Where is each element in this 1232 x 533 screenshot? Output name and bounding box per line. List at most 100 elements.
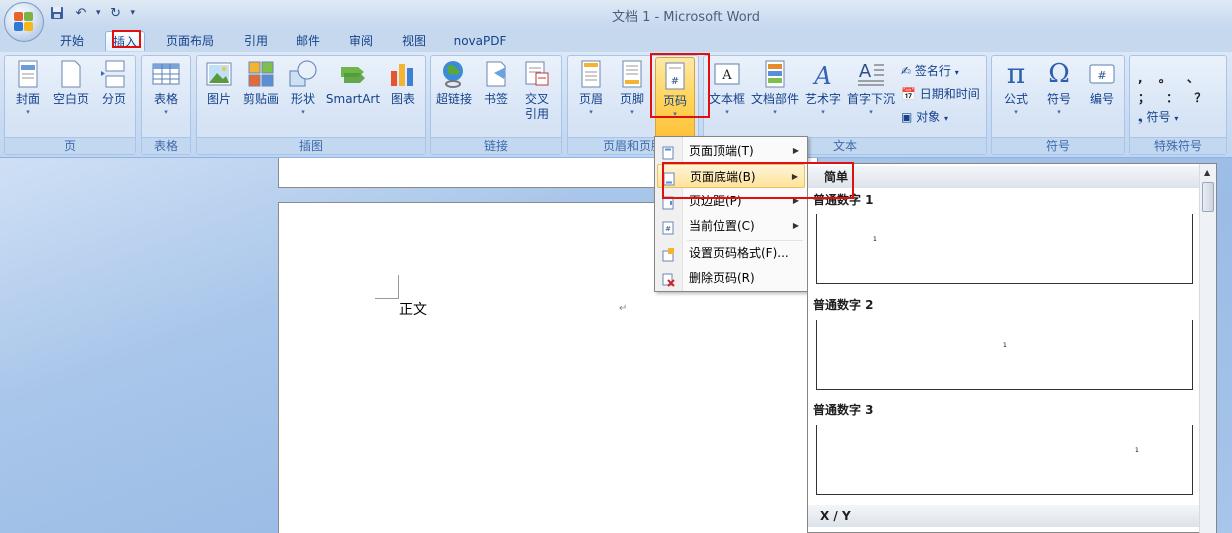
tab-view[interactable]: 视图 [394,31,434,51]
signature-icon: ✍ [901,64,912,78]
text-box-button[interactable]: A 文本框 ▾ [707,59,747,117]
gallery-item-label: 普通数字 2 [808,294,1200,316]
object-icon: ▣ [901,110,913,124]
chevron-down-icon: ▾ [869,108,873,116]
margin-corner-mark [375,275,399,299]
group-illustrations: 图片 剪贴画 形状 ▾ SmartArt 图表 插图 [196,55,426,155]
page-break-button[interactable]: 分页 [97,59,131,107]
object-button[interactable]: ▣ 对象 ▾ [901,108,948,125]
more-symbols-button[interactable]: ❟ 符号 ▾ [1138,108,1178,125]
cross-reference-button[interactable]: 交叉 引用 [519,59,555,122]
office-button[interactable] [4,2,44,42]
picture-icon [204,59,234,89]
chevron-right-icon: ▶ [792,196,799,205]
hyperlink-button[interactable]: 超链接 [434,59,474,107]
wordart-button[interactable]: A 艺术字 ▾ [803,59,843,117]
ribbon-tabs: 开始 插入 页面布局 引用 邮件 审阅 视图 novaPDF [0,28,1232,52]
clip-art-button[interactable]: 剪贴画 [241,59,281,107]
chevron-down-icon: ▾ [1014,108,1018,116]
gallery-section-x-of-y: X / Y [808,505,1200,527]
tab-review[interactable]: 审阅 [341,31,381,51]
tab-novapdf[interactable]: novaPDF [448,31,512,51]
gallery-item-plain-number-1[interactable]: 1 [816,214,1193,284]
page-number-button[interactable]: # 页码 ▾ [655,57,695,139]
chart-icon [388,59,418,89]
gallery-scrollbar[interactable]: ▲ [1199,164,1216,533]
menu-item-bottom-of-page[interactable]: 页面底端(B) ▶ [657,164,805,188]
menu-item-format-page-numbers[interactable]: 设置页码格式(F)... [657,241,805,265]
chevron-down-icon: ▾ [26,108,30,116]
group-label-links: 链接 [431,137,561,154]
gallery-item-plain-number-3[interactable]: 1 [816,425,1193,495]
pi-icon: π [1006,57,1026,90]
scroll-up-icon[interactable]: ▲ [1204,168,1210,177]
gallery-section-simple: 简单 [808,166,1200,188]
page-margins-icon [661,194,675,210]
group-label-pages: 页 [5,137,135,154]
gallery-item-label: 普通数字 3 [808,399,1200,421]
chart-button[interactable]: 图表 [385,59,421,107]
menu-item-page-margins[interactable]: 页边距(P) ▶ [657,189,805,213]
numbering-icon: # [1087,59,1117,89]
text-box-icon: A [712,59,742,89]
menu-item-remove-page-numbers[interactable]: 删除页码(R) [657,266,805,290]
numbering-button[interactable]: # 编号 [1082,59,1122,107]
chevron-down-icon: ▾ [944,114,949,123]
cover-page-button[interactable]: 封面 ▾ [10,59,46,117]
tab-insert[interactable]: 插入 [105,31,145,51]
ribbon: 封面 ▾ 空白页 分页 页 表格 ▾ 表格 图片 剪贴画 形状 ▾ SmartA… [0,52,1232,158]
body-text[interactable]: 正文 [399,299,427,319]
group-label-tables: 表格 [142,137,190,154]
header-button[interactable]: 页眉 ▾ [573,59,609,117]
special-symbol-grid[interactable]: , 。 、 ； ： ？ [1138,68,1218,108]
smartart-icon [338,59,368,89]
picture-button[interactable]: 图片 [201,59,237,107]
chevron-down-icon: ▾ [725,108,729,116]
signature-line-button[interactable]: ✍ 签名行 ▾ [901,62,959,79]
bookmark-button[interactable]: 书签 [478,59,514,107]
window-title: 文档 1 - Microsoft Word [611,10,761,25]
title-bar: ↶ ▾ ↻ ▾ 文档 1 - Microsoft Word [0,0,1232,28]
omega-icon: Ω [1048,59,1070,89]
calendar-icon: 📅 [901,87,916,101]
header-icon [576,59,606,89]
chevron-down-icon: ▾ [954,68,959,77]
top-of-page-icon [661,144,675,160]
equation-button[interactable]: π 公式 ▾ [996,59,1036,117]
table-button[interactable]: 表格 ▾ [148,59,184,117]
drop-cap-button[interactable]: A 首字下沉 ▾ [846,59,896,117]
tab-page-layout[interactable]: 页面布局 [160,31,220,51]
date-time-button[interactable]: 📅 日期和时间 [901,85,980,102]
menu-item-top-of-page[interactable]: 页面顶端(T) ▶ [657,139,805,163]
shapes-button[interactable]: 形状 ▾ [285,59,321,117]
format-page-numbers-icon [661,246,675,262]
shapes-icon [288,59,318,89]
footer-button[interactable]: 页脚 ▾ [614,59,650,117]
bottom-of-page-icon [662,170,676,186]
menu-item-current-position[interactable]: # 当前位置(C) ▶ [657,214,805,238]
chevron-down-icon: ▾ [821,108,825,116]
symbol-button[interactable]: Ω 符号 ▾ [1039,59,1079,117]
tab-home[interactable]: 开始 [52,31,92,51]
tab-references[interactable]: 引用 [236,31,276,51]
chevron-down-icon: ▾ [1057,108,1061,116]
chevron-right-icon: ▶ [792,221,799,230]
gallery-item-plain-number-2[interactable]: 1 [816,320,1193,390]
smartart-button[interactable]: SmartArt [325,59,381,107]
current-position-icon: # [661,219,675,235]
quick-parts-icon [760,59,790,89]
remove-page-numbers-icon [661,271,675,287]
group-symbols: π 公式 ▾ Ω 符号 ▾ # 编号 符号 [991,55,1125,155]
page-number-menu: 页面顶端(T) ▶ 页面底端(B) ▶ 页边距(P) ▶ # 当前位置(C) ▶… [654,136,808,292]
chevron-down-icon: ▾ [630,108,634,116]
tab-mailings[interactable]: 邮件 [288,31,328,51]
svg-text:#: # [665,225,671,233]
group-label-symbols: 符号 [992,137,1124,154]
chevron-down-icon: ▾ [164,108,168,116]
gallery-item-label: 普通数字 1 [808,189,1200,211]
quick-parts-button[interactable]: 文档部件 ▾ [750,59,800,117]
blank-page-button[interactable]: 空白页 [51,59,91,107]
clip-art-icon [246,59,276,89]
scrollbar-thumb[interactable] [1202,182,1214,212]
group-tables: 表格 ▾ 表格 [141,55,191,155]
